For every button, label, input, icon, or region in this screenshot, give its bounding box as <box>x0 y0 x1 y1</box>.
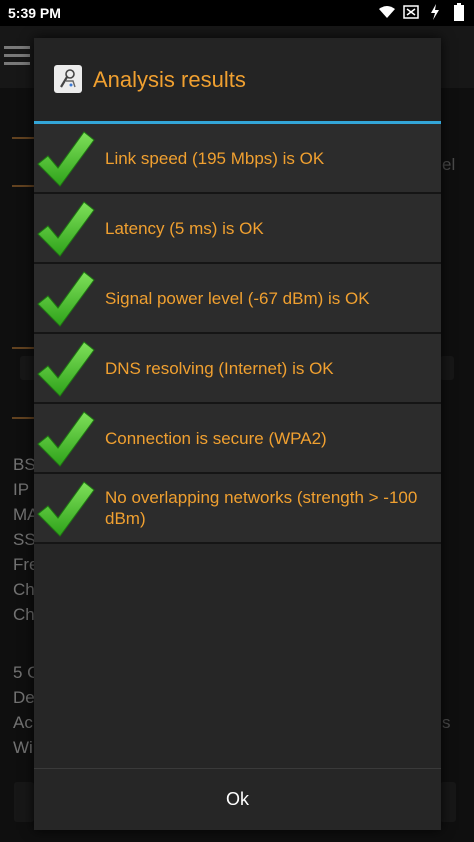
status-bar: 5:39 PM <box>0 0 474 26</box>
charging-icon <box>426 3 444 21</box>
result-item-dns: DNS resolving (Internet) is OK <box>34 334 441 404</box>
wifi-icon <box>378 3 396 21</box>
checkmark-icon <box>37 271 95 327</box>
result-text: Signal power level (-67 dBm) is OK <box>105 288 370 308</box>
result-text: Link speed (195 Mbps) is OK <box>105 148 325 168</box>
status-icons <box>378 3 468 21</box>
battery-icon <box>450 3 468 21</box>
result-item-security: Connection is secure (WPA2) <box>34 404 441 474</box>
result-item-link-speed: Link speed (195 Mbps) is OK <box>34 124 441 194</box>
status-time: 5:39 PM <box>8 5 61 21</box>
app-logo-icon <box>54 65 82 93</box>
checkmark-icon <box>37 411 95 467</box>
checkmark-icon <box>37 341 95 397</box>
checkmark-icon <box>37 201 95 257</box>
result-item-signal-power: Signal power level (-67 dBm) is OK <box>34 264 441 334</box>
result-text: DNS resolving (Internet) is OK <box>105 358 334 378</box>
results-list: Link speed (195 Mbps) is OK Latency (5 m… <box>34 124 441 544</box>
result-text: Latency (5 ms) is OK <box>105 218 264 238</box>
analysis-results-dialog: Analysis results Link speed (195 Mbps) i… <box>34 38 441 830</box>
result-text: No overlapping networks (strength > -100… <box>105 488 418 528</box>
checkmark-icon <box>37 131 95 187</box>
checkmark-icon <box>37 481 95 537</box>
dialog-header: Analysis results <box>34 38 441 122</box>
result-text: Connection is secure (WPA2) <box>105 428 327 448</box>
ok-button[interactable]: Ok <box>34 769 441 830</box>
result-item-overlapping: No overlapping networks (strength > -100… <box>34 474 441 544</box>
sim-off-icon <box>402 3 420 21</box>
dialog-title: Analysis results <box>93 67 246 92</box>
result-item-latency: Latency (5 ms) is OK <box>34 194 441 264</box>
